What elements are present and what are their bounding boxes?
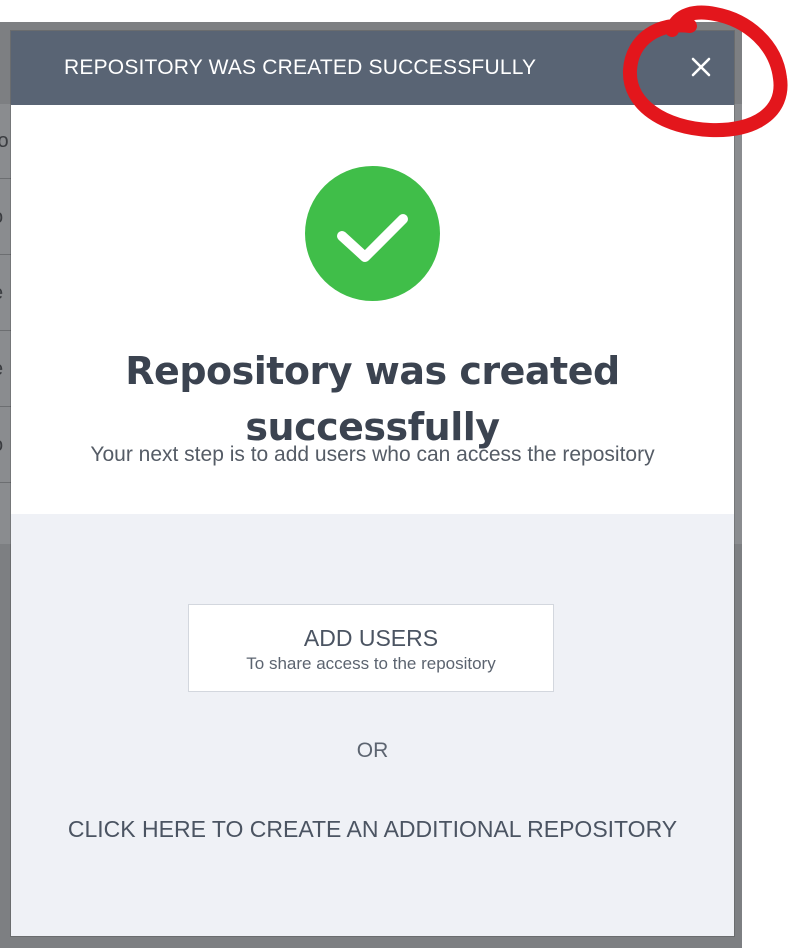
actions-panel: ADD USERS To share access to the reposit… bbox=[11, 514, 734, 936]
add-users-button[interactable]: ADD USERS To share access to the reposit… bbox=[188, 604, 554, 692]
success-modal: REPOSITORY WAS CREATED SUCCESSFULLY Repo… bbox=[11, 31, 734, 936]
modal-header: REPOSITORY WAS CREATED SUCCESSFULLY bbox=[11, 31, 734, 105]
checkmark-circle-icon bbox=[305, 166, 440, 301]
add-users-label: ADD USERS bbox=[303, 625, 439, 651]
or-separator: OR bbox=[356, 739, 389, 762]
close-button[interactable] bbox=[679, 45, 723, 89]
create-additional-repository-link[interactable]: CLICK HERE TO CREATE AN ADDITIONAL REPOS… bbox=[11, 812, 734, 846]
add-users-sublabel: To share access to the repository bbox=[246, 654, 496, 673]
next-step-text: Your next step is to add users who can a… bbox=[90, 443, 655, 466]
modal-title: REPOSITORY WAS CREATED SUCCESSFULLY bbox=[64, 56, 537, 79]
close-icon bbox=[691, 57, 711, 77]
